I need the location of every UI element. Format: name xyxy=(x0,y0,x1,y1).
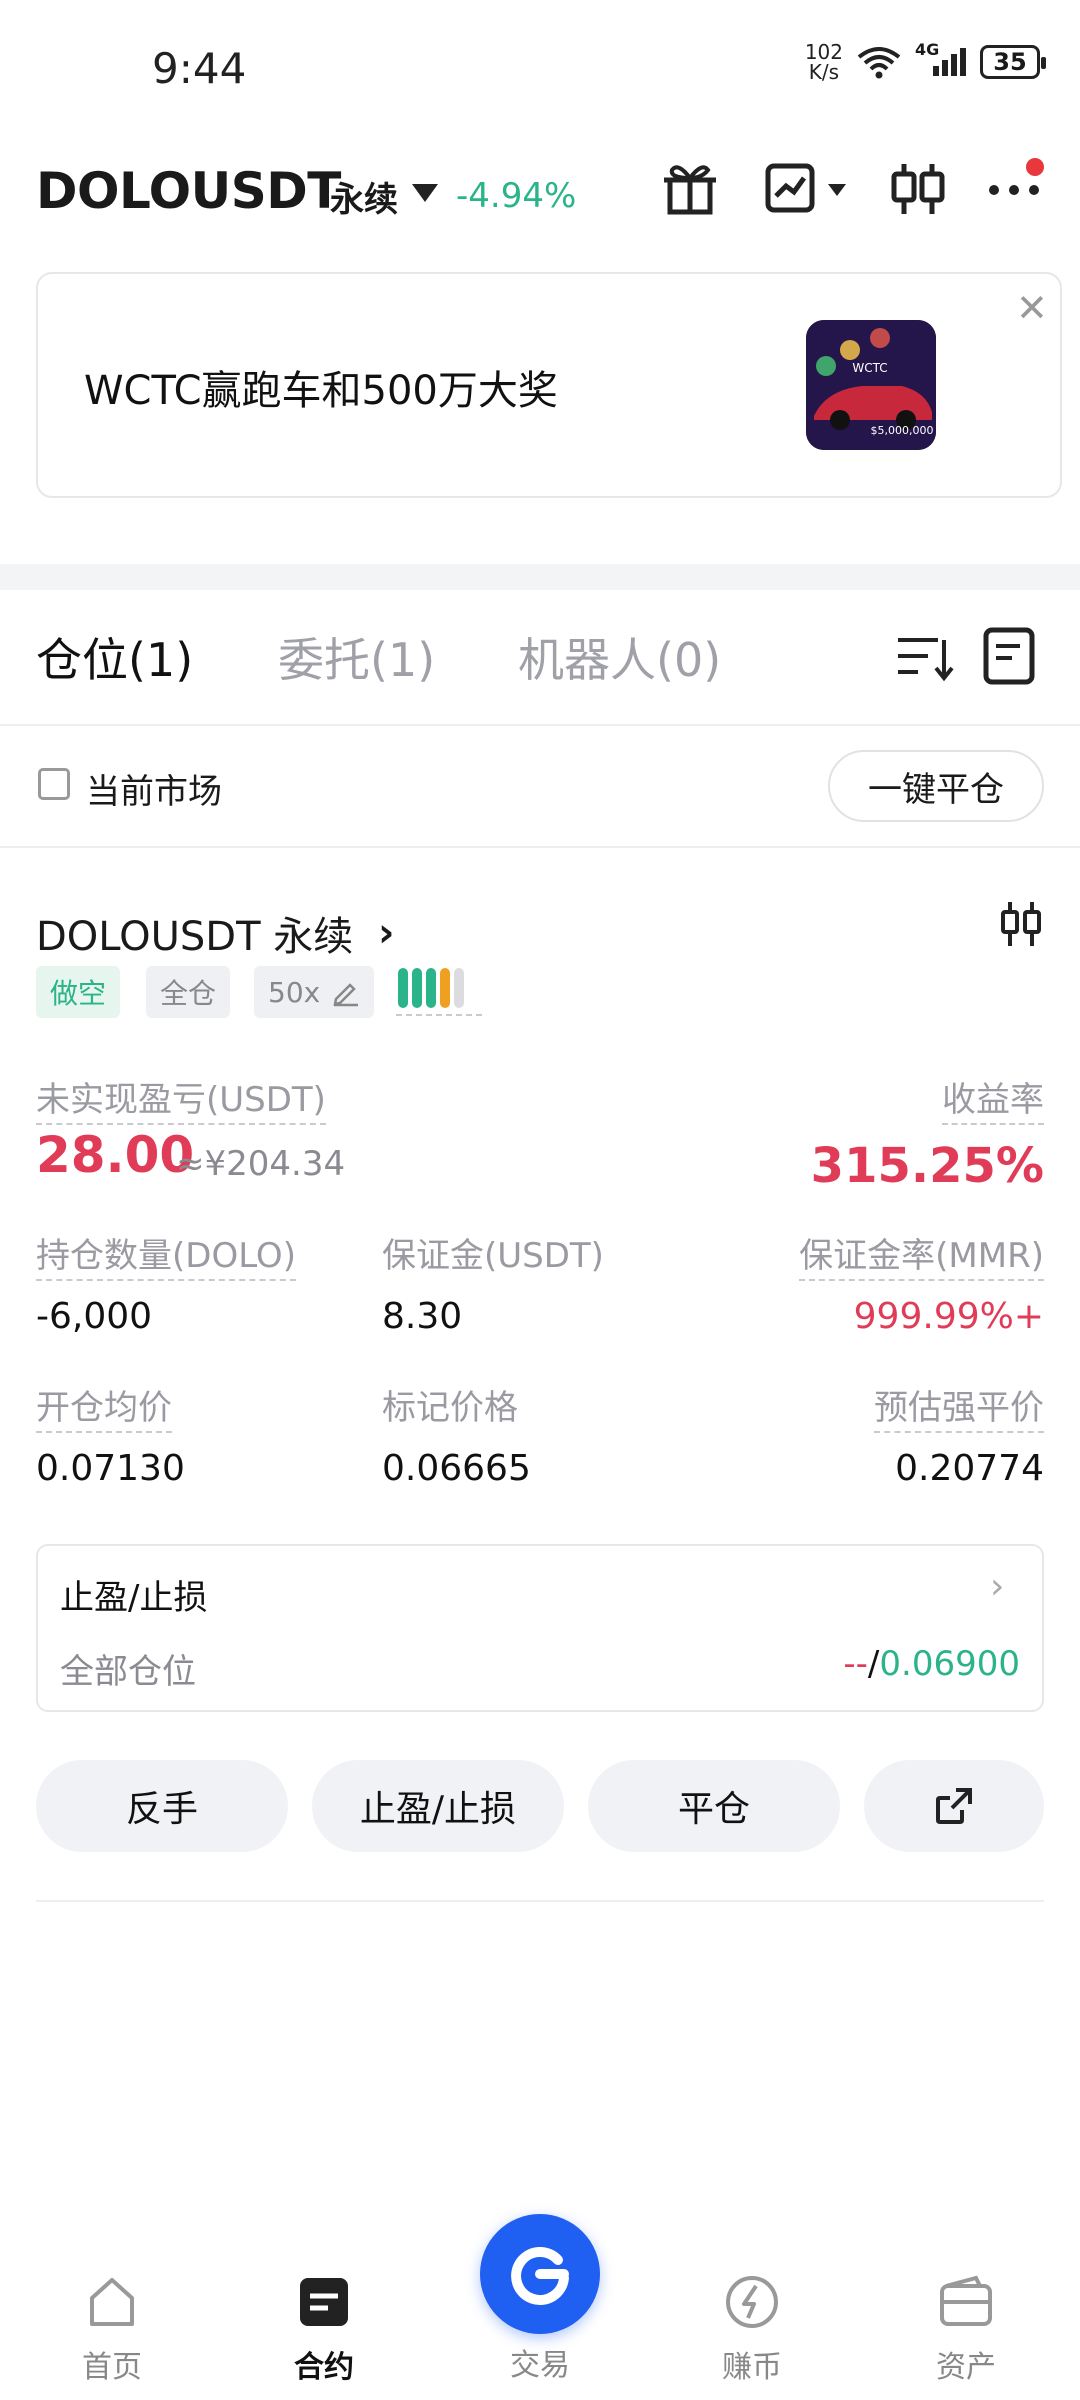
divider xyxy=(0,846,1080,848)
section-separator xyxy=(0,564,1080,590)
margin-mode-tag: 全仓 xyxy=(146,966,231,1018)
share-icon xyxy=(936,1788,972,1824)
tpsl-title[interactable]: 止盈/止损 xyxy=(60,1570,207,1619)
dashed-underline xyxy=(396,1014,482,1016)
reverse-button[interactable]: 反手 xyxy=(36,1760,288,1852)
entry-price-value: 0.07130 xyxy=(36,1448,185,1489)
position-symbol[interactable]: DOLOUSDT 永续 xyxy=(36,904,353,962)
mmr-label[interactable]: 保证金率(MMR) xyxy=(799,1228,1044,1281)
tab-positions[interactable]: 仓位(1) xyxy=(36,624,193,690)
nav-assets[interactable]: 资产 xyxy=(896,2272,1036,2386)
margin-value: 8.30 xyxy=(382,1296,463,1337)
signal-indicator: 4G xyxy=(915,40,966,76)
risk-bar xyxy=(440,968,450,1008)
sports-car-image: WCTC $5,000,000 xyxy=(806,320,936,450)
net-speed: 102 K/s xyxy=(804,40,843,84)
roe-value: 315.25% xyxy=(810,1138,1044,1194)
share-button[interactable] xyxy=(864,1760,1044,1852)
candlestick-icon[interactable] xyxy=(886,156,950,220)
risk-bar xyxy=(412,968,422,1008)
current-market-label[interactable]: 当前市场 xyxy=(86,764,222,813)
tpsl-scope: 全部仓位 xyxy=(60,1652,196,1692)
roe-label[interactable]: 收益率 xyxy=(942,1072,1044,1125)
edit-icon[interactable] xyxy=(330,977,360,1007)
close-icon[interactable]: ✕ xyxy=(1016,286,1048,330)
notification-dot xyxy=(1026,158,1044,176)
close-position-button[interactable]: 平仓 xyxy=(588,1760,840,1852)
sort-icon[interactable] xyxy=(894,630,954,686)
chart-trend-icon[interactable] xyxy=(762,156,826,220)
status-time: 9:44 xyxy=(152,44,247,93)
home-icon xyxy=(90,2278,134,2326)
svg-text:WCTC: WCTC xyxy=(852,361,887,375)
chevron-right-icon[interactable]: › xyxy=(990,1566,1004,1607)
banner-text[interactable]: WCTC赢跑车和500万大奖 xyxy=(84,358,558,416)
unrealized-pnl-value: 28.00 xyxy=(36,1126,195,1184)
unrealized-pnl-label[interactable]: 未实现盈亏(USDT) xyxy=(36,1072,326,1125)
trade-button[interactable] xyxy=(480,2214,600,2334)
tpsl-button[interactable]: 止盈/止损 xyxy=(312,1760,564,1852)
side-tag: 做空 xyxy=(36,966,121,1018)
wallet-icon xyxy=(940,2275,992,2326)
size-label[interactable]: 持仓数量(DOLO) xyxy=(36,1228,296,1281)
status-icons: 102 K/s 4G 35 xyxy=(804,40,1046,84)
unrealized-pnl-cny: ≈¥204.34 xyxy=(176,1144,346,1184)
liq-price-label[interactable]: 预估强平价 xyxy=(874,1380,1044,1433)
tab-bots[interactable]: 机器人(0) xyxy=(518,624,721,690)
divider xyxy=(0,724,1080,726)
margin-label: 保证金(USDT) xyxy=(382,1236,604,1276)
nav-earn[interactable]: 赚币 xyxy=(682,2272,822,2386)
risk-bar xyxy=(398,968,408,1008)
nav-futures[interactable]: 合约 xyxy=(254,2272,394,2386)
divider xyxy=(36,1900,1044,1902)
banner-image[interactable]: WCTC $5,000,000 xyxy=(806,320,936,450)
nav-home[interactable]: 首页 xyxy=(42,2272,182,2386)
liq-price-value: 0.20774 xyxy=(895,1448,1044,1489)
document-icon[interactable] xyxy=(980,624,1040,688)
gift-icon[interactable] xyxy=(658,156,722,220)
tpsl-values: --/0.06900 xyxy=(843,1644,1020,1684)
trade-icon xyxy=(511,2246,569,2305)
price-change: -4.94% xyxy=(456,176,577,216)
leverage-risk-indicator xyxy=(398,968,464,1008)
earn-icon xyxy=(726,2276,778,2328)
symbol-title[interactable]: DOLOUSDT xyxy=(36,162,341,220)
wifi-icon xyxy=(857,47,901,79)
battery-icon: 35 xyxy=(980,45,1046,79)
entry-price-label[interactable]: 开仓均价 xyxy=(36,1380,172,1433)
contract-type[interactable]: 永续 xyxy=(330,172,398,221)
close-all-button[interactable]: 一键平仓 xyxy=(828,750,1044,822)
mark-price-value: 0.06665 xyxy=(382,1448,531,1489)
candlestick-icon[interactable] xyxy=(998,898,1044,950)
size-value: -6,000 xyxy=(36,1296,153,1337)
risk-bar xyxy=(454,968,464,1008)
chart-dropdown-caret-icon[interactable] xyxy=(828,184,846,196)
mmr-value: 999.99%+ xyxy=(853,1296,1044,1337)
mark-price-label: 标记价格 xyxy=(382,1388,518,1428)
risk-bar xyxy=(426,968,436,1008)
nav-trade-label[interactable]: 交易 xyxy=(470,2340,610,2384)
tab-orders[interactable]: 委托(1) xyxy=(278,624,435,690)
chevron-right-icon[interactable]: › xyxy=(378,910,394,956)
leverage-tag[interactable]: 50x xyxy=(254,966,375,1018)
futures-icon xyxy=(300,2278,348,2326)
svg-text:$5,000,000: $5,000,000 xyxy=(871,424,934,437)
current-market-checkbox[interactable] xyxy=(38,768,70,800)
dropdown-caret-icon[interactable] xyxy=(412,184,438,202)
